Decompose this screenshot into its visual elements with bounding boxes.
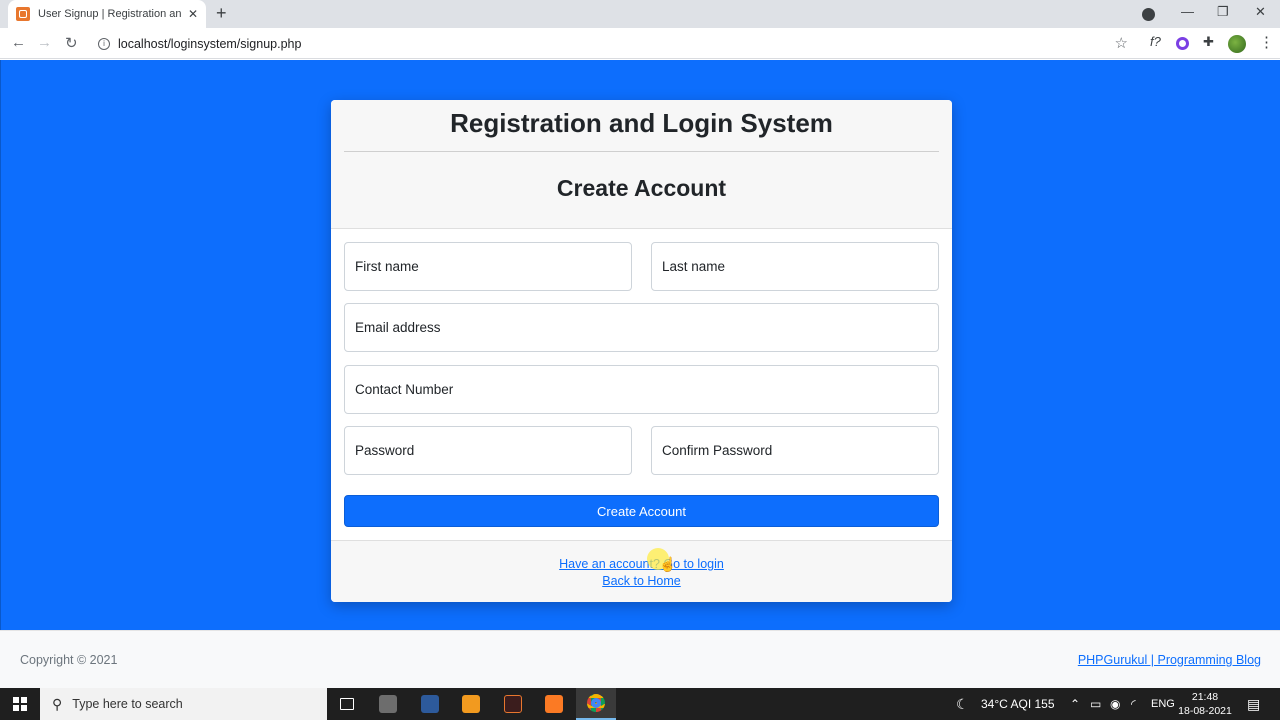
page-background: Registration and Login System Create Acc… bbox=[0, 60, 1280, 630]
task-view-icon bbox=[340, 698, 354, 710]
card-footer: Have an account? Go to login Back to Hom… bbox=[331, 540, 952, 602]
wifi-icon[interactable]: ◜ bbox=[1131, 688, 1136, 720]
first-name-input[interactable] bbox=[344, 242, 632, 291]
create-account-button[interactable]: Create Account bbox=[344, 495, 939, 527]
email-input[interactable] bbox=[344, 303, 939, 352]
browser-toolbar: ← → ↻ i localhost/loginsystem/signup.php… bbox=[0, 28, 1280, 59]
password-input[interactable] bbox=[344, 426, 632, 475]
weather-moon-icon: ☾ bbox=[956, 696, 969, 712]
site-info-icon[interactable]: i bbox=[98, 37, 110, 50]
xampp-control-icon bbox=[504, 695, 522, 713]
taskbar-app-utility[interactable] bbox=[368, 688, 408, 720]
taskbar-search-box[interactable]: ⚲ Type here to search bbox=[40, 688, 327, 720]
browser-tab[interactable]: User Signup | Registration and Login ✕ bbox=[8, 0, 206, 28]
taskbar-clock[interactable]: 21:48 18-08-2021 bbox=[1176, 690, 1234, 718]
copyright-text: Copyright © 2021 bbox=[20, 653, 118, 667]
browser-menu-icon[interactable]: ⋮ bbox=[1259, 33, 1274, 51]
extension-color-icon[interactable] bbox=[1176, 37, 1189, 50]
taskbar-app-chrome[interactable] bbox=[576, 688, 616, 720]
signup-card: Registration and Login System Create Acc… bbox=[331, 100, 952, 602]
tab-close-icon[interactable]: ✕ bbox=[188, 7, 198, 21]
taskbar-app-vscode[interactable] bbox=[410, 688, 450, 720]
confirm-password-input[interactable] bbox=[651, 426, 939, 475]
clock-time: 21:48 bbox=[1191, 691, 1219, 703]
taskbar-app-xampp[interactable] bbox=[493, 688, 533, 720]
windows-taskbar: ⚲ Type here to search ☾ 34°C AQI 155 ⌃ ▭… bbox=[0, 688, 1280, 720]
blog-link[interactable]: PHPGurukul | Programming Blog bbox=[1078, 653, 1261, 667]
taskbar-app-sublime[interactable] bbox=[451, 688, 491, 720]
maximize-button[interactable]: ❐ bbox=[1217, 4, 1229, 20]
login-link[interactable]: Have an account? Go to login bbox=[331, 556, 952, 573]
clock-date: 18-08-2021 bbox=[1178, 705, 1232, 717]
last-name-input[interactable] bbox=[651, 242, 939, 291]
hand-cursor-icon: ☝ bbox=[659, 556, 677, 572]
weather-readout[interactable]: 34°C AQI 155 bbox=[981, 688, 1055, 720]
taskbar-search-placeholder: Type here to search bbox=[72, 697, 183, 711]
windows-logo-icon bbox=[13, 697, 27, 711]
search-icon: ⚲ bbox=[52, 695, 63, 712]
taskbar-app-xampp-2[interactable] bbox=[534, 688, 574, 720]
task-view-button[interactable] bbox=[327, 688, 367, 720]
card-title: Create Account bbox=[556, 175, 727, 201]
tab-search-icon[interactable] bbox=[1142, 8, 1155, 21]
network-globe-icon[interactable]: ◉ bbox=[1110, 688, 1120, 720]
xampp-favicon-icon bbox=[16, 7, 30, 21]
tray-overflow-icon[interactable]: ⌃ bbox=[1070, 688, 1080, 720]
start-button[interactable] bbox=[0, 688, 40, 720]
extension-fquestion-icon[interactable]: f? bbox=[1150, 34, 1161, 49]
browser-tab-bar: User Signup | Registration and Login ✕ +… bbox=[0, 0, 1280, 28]
xampp-icon bbox=[545, 695, 563, 713]
site-title: Registration and Login System bbox=[344, 100, 939, 152]
url-text[interactable]: localhost/loginsystem/signup.php bbox=[118, 37, 301, 51]
address-bar[interactable]: i localhost/loginsystem/signup.php ☆ bbox=[90, 31, 1140, 56]
notification-icon[interactable]: ▤ bbox=[1247, 688, 1260, 720]
card-header: Registration and Login System Create Acc… bbox=[331, 100, 952, 229]
battery-icon[interactable]: ▭ bbox=[1090, 688, 1101, 720]
back-home-link[interactable]: Back to Home bbox=[331, 573, 952, 590]
utility-app-icon bbox=[379, 695, 397, 713]
forward-button[interactable]: → bbox=[37, 34, 52, 51]
reload-button[interactable]: ↻ bbox=[65, 34, 78, 52]
editor-app-icon bbox=[421, 695, 439, 713]
extensions-puzzle-icon[interactable]: ✚ bbox=[1203, 34, 1214, 50]
language-indicator[interactable]: ENG bbox=[1151, 688, 1175, 720]
chrome-icon bbox=[587, 694, 605, 712]
new-tab-button[interactable]: + bbox=[216, 3, 227, 24]
site-footer: Copyright © 2021 PHPGurukul | Programmin… bbox=[0, 630, 1280, 688]
sublime-text-icon bbox=[462, 695, 480, 713]
window-close-button[interactable]: ✕ bbox=[1255, 4, 1266, 20]
tab-title: User Signup | Registration and Login bbox=[38, 8, 182, 20]
minimize-button[interactable]: — bbox=[1181, 4, 1194, 19]
contact-number-input[interactable] bbox=[344, 365, 939, 414]
bookmark-star-icon[interactable]: ☆ bbox=[1115, 34, 1128, 52]
profile-avatar[interactable] bbox=[1228, 35, 1246, 53]
back-button[interactable]: ← bbox=[11, 34, 26, 51]
